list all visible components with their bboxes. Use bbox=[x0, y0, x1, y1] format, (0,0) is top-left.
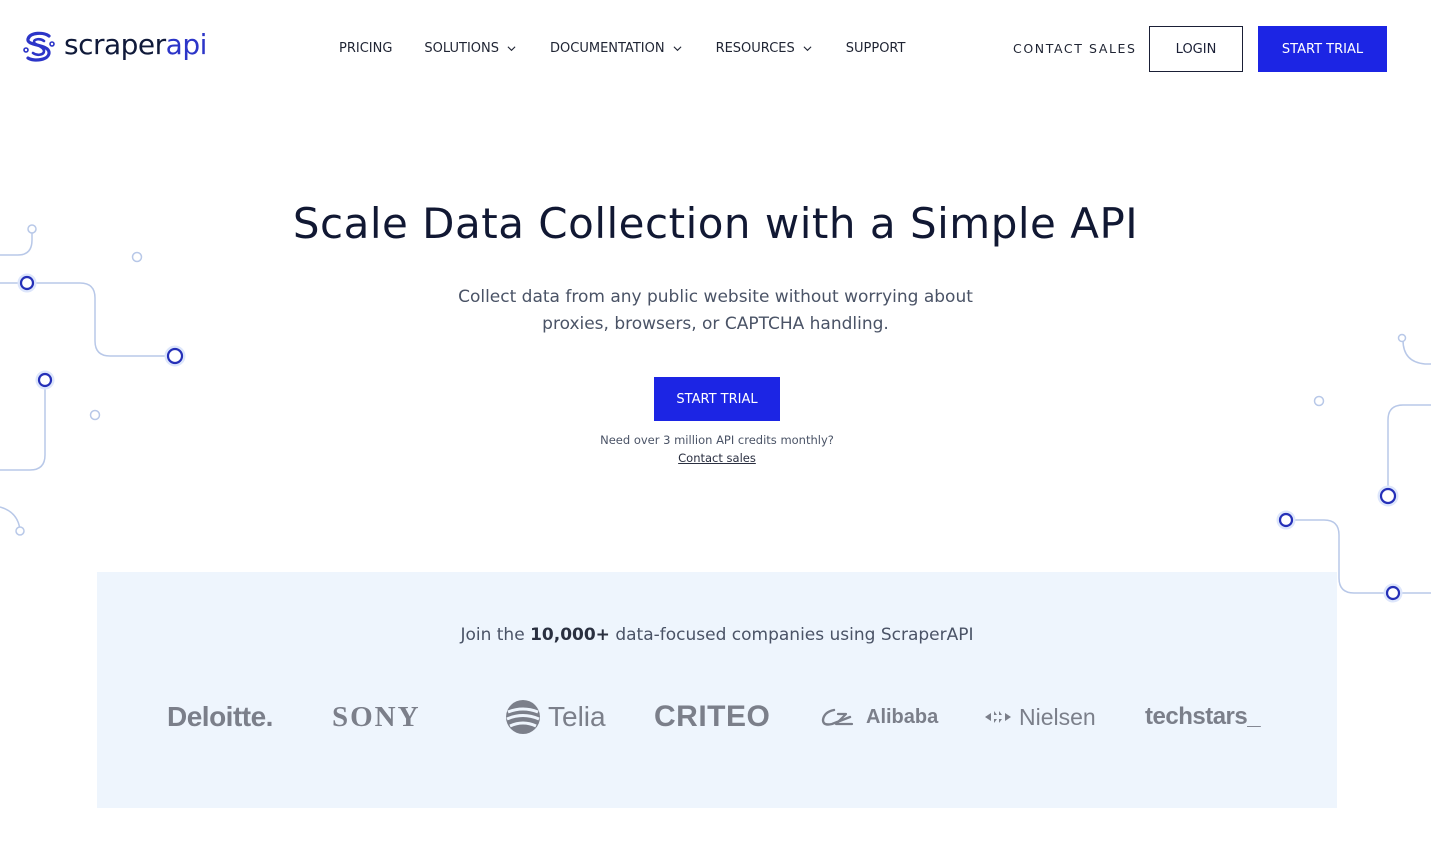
trust-heading: Join the 10,000+ data-focused companies … bbox=[97, 625, 1337, 645]
logo-nielsen: Nielsen bbox=[983, 692, 1096, 742]
nav-item-label: SUPPORT bbox=[845, 41, 906, 56]
nav-item-label: SOLUTIONS bbox=[424, 41, 500, 56]
start-trial-button-hero[interactable]: START TRIAL bbox=[654, 377, 780, 421]
nav-item-label: DOCUMENTATION bbox=[550, 41, 665, 56]
trust-heading-suffix: data-focused companies using ScraperAPI bbox=[609, 625, 974, 645]
logo-sony: SONY bbox=[332, 700, 421, 733]
brand-name-part2: api bbox=[165, 28, 208, 61]
trust-heading-count: 10,000+ bbox=[530, 625, 610, 645]
logo-techstars: techstars_ bbox=[1145, 703, 1261, 730]
chevron-down-icon bbox=[507, 46, 516, 52]
nav-item-solutions[interactable]: SOLUTIONS bbox=[424, 41, 516, 56]
hero-subtitle-line1: Collect data from any public website wit… bbox=[458, 287, 973, 307]
credits-note: Need over 3 million API credits monthly? bbox=[600, 433, 834, 447]
customer-logos-section: Join the 10,000+ data-focused companies … bbox=[97, 572, 1337, 808]
nav-item-support[interactable]: SUPPORT bbox=[846, 41, 906, 56]
contact-sales-link[interactable]: CONTACT SALES bbox=[1013, 41, 1137, 56]
chevron-down-icon bbox=[673, 46, 682, 52]
nielsen-mark-icon bbox=[985, 711, 1011, 723]
main-nav: PRICING SOLUTIONS DOCUMENTATION RESOURCE… bbox=[339, 41, 905, 56]
hero-subtitle-line2: proxies, browsers, or CAPTCHA handling. bbox=[542, 314, 889, 334]
logo-criteo: CRITEO bbox=[654, 700, 771, 733]
brand-name: scraperapi bbox=[64, 31, 207, 59]
nav-item-label: PRICING bbox=[339, 41, 393, 56]
logo-alibaba: Alibaba bbox=[820, 692, 938, 742]
hero-title: Scale Data Collection with a Simple API bbox=[292, 199, 1139, 248]
hero-subtitle: Collect data from any public website wit… bbox=[0, 284, 1431, 338]
site-header: scraperapi PRICING SOLUTIONS DOCUMENTATI… bbox=[0, 0, 1431, 100]
chevron-down-icon bbox=[803, 46, 812, 52]
logo-alibaba-text: Alibaba bbox=[866, 705, 939, 728]
brand-name-part1: scraper bbox=[64, 28, 166, 61]
start-trial-button-header[interactable]: START TRIAL bbox=[1258, 26, 1387, 72]
nav-item-label: RESOURCES bbox=[715, 41, 795, 56]
logo-telia: Telia bbox=[504, 692, 606, 742]
logo-telia-text: Telia bbox=[548, 701, 606, 732]
logo-deloitte: Deloitte. bbox=[167, 701, 273, 732]
nav-item-documentation[interactable]: DOCUMENTATION bbox=[550, 41, 682, 56]
customer-logos: Deloitte. SONY Telia CRITEO Alibaba Niel… bbox=[97, 692, 1337, 742]
alibaba-mark-icon bbox=[821, 708, 854, 726]
trust-heading-prefix: Join the bbox=[460, 625, 531, 645]
login-button[interactable]: LOGIN bbox=[1149, 26, 1243, 72]
contact-sales-hero-link[interactable]: Contact sales bbox=[678, 451, 756, 465]
nav-item-resources[interactable]: RESOURCES bbox=[716, 41, 812, 56]
logo-nielsen-text: Nielsen bbox=[1019, 703, 1096, 730]
nav-item-pricing[interactable]: PRICING bbox=[339, 41, 392, 56]
brand-logo[interactable]: scraperapi bbox=[22, 30, 207, 64]
scraperapi-s-logo-icon bbox=[23, 31, 55, 62]
contact-sales-hero-wrapper: Contact sales bbox=[0, 451, 1431, 465]
telia-pebble-icon bbox=[506, 700, 540, 734]
